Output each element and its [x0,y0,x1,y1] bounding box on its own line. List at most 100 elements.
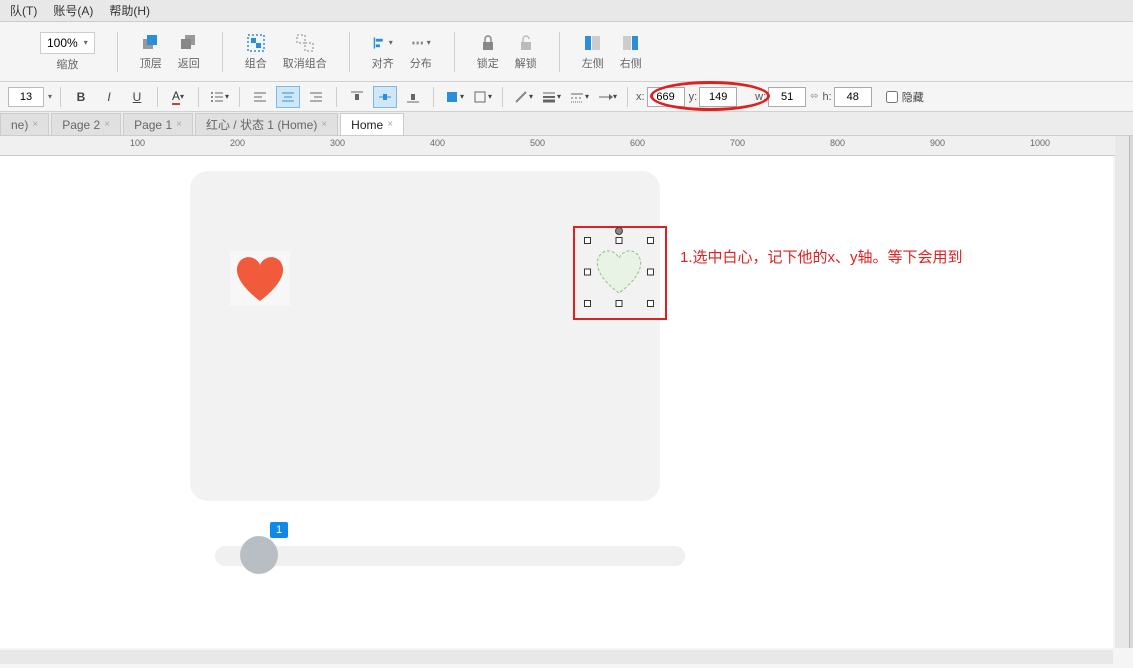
distribute-icon [411,33,431,53]
tab-page1[interactable]: Page 1× [123,113,193,135]
hide-label: 隐藏 [902,89,924,105]
lock-icon [478,33,498,53]
align-right-button[interactable] [304,86,328,108]
fill-color-button[interactable]: ▾ [442,86,466,108]
close-icon[interactable]: × [387,119,393,130]
close-icon[interactable]: × [32,119,38,130]
unlock-icon [516,33,536,53]
valign-middle-button[interactable] [373,86,397,108]
y-label: y: [689,91,698,103]
panel-left-label: 左侧 [582,55,604,71]
send-back-icon [179,33,199,53]
panel-right-group[interactable]: 右侧 [620,33,642,71]
close-icon[interactable]: × [321,119,327,130]
close-icon[interactable]: × [104,119,110,130]
panel-left-group[interactable]: 左侧 [582,33,604,71]
divider [454,32,455,72]
resize-handle-e[interactable] [647,269,654,276]
coord-y: y: [689,87,738,107]
resize-handle-n[interactable] [616,237,623,244]
unlock-group[interactable]: 解锁 [515,33,537,71]
horizontal-ruler: 10020030040050060070080090010001100 [0,136,1133,156]
white-heart-widget-selected[interactable] [588,241,650,303]
underline-button[interactable]: U [125,86,149,108]
panel-right-icon [621,33,641,53]
resize-handle-se[interactable] [647,300,654,307]
document-tabs: ne)× Page 2× Page 1× 红心 / 状态 1 (Home)× H… [0,112,1133,136]
line-style-button[interactable]: ▾ [567,86,591,108]
red-heart-widget[interactable] [230,251,290,306]
menu-account[interactable]: 账号(A) [45,2,101,19]
send-back-label: 返回 [178,55,200,71]
align-center-button[interactable] [276,86,300,108]
ungroup-icon [295,33,315,53]
group-group[interactable]: 组合 [245,33,267,71]
group-icon [246,33,266,53]
menu-help[interactable]: 帮助(H) [101,2,158,19]
border-color-button[interactable]: ▾ [470,86,494,108]
zoom-group: 100% 缩放 [40,32,95,72]
ungroup-group[interactable]: 取消组合 [283,33,327,71]
bullet-list-button[interactable]: ▾ [207,86,231,108]
font-size-input[interactable] [8,87,44,107]
vertical-scrollbar[interactable] [1115,136,1129,648]
resize-handle-sw[interactable] [584,300,591,307]
hide-checkbox-group[interactable]: 隐藏 [886,89,924,105]
valign-bottom-button[interactable] [401,86,425,108]
valign-top-button[interactable] [345,86,369,108]
ribbon-toolbar: 100% 缩放 顶层 返回 组合 取消组合 对齐 分布 锁定 解锁 左侧 [0,22,1133,82]
align-label: 对齐 [372,55,394,71]
w-input[interactable] [768,87,806,107]
italic-button[interactable]: I [97,86,121,108]
annotation-text: 1.选中白心，记下他的x、y轴。等下会用到 [680,246,963,267]
bold-button[interactable]: B [69,86,93,108]
tab-page2[interactable]: Page 2× [51,113,121,135]
align-group[interactable]: 对齐 [372,33,394,71]
menu-bar: 队(T) 账号(A) 帮助(H) [0,0,1133,22]
canvas[interactable]: 1.选中白心，记下他的x、y轴。等下会用到 1 [0,156,1113,648]
divider [349,32,350,72]
tab-ne[interactable]: ne)× [0,113,49,135]
x-label: x: [636,91,645,103]
divider [117,32,118,72]
zoom-dropdown[interactable]: 100% [40,32,95,54]
h-input[interactable] [834,87,872,107]
bring-front-group[interactable]: 顶层 [140,33,162,71]
menu-team[interactable]: 队(T) [2,2,45,19]
bring-front-label: 顶层 [140,55,162,71]
resize-handle-nw[interactable] [584,237,591,244]
divider [559,32,560,72]
zoom-label: 缩放 [56,56,78,72]
line-weight-button[interactable]: ▾ [539,86,563,108]
coord-x: x: [636,87,685,107]
resize-handle-w[interactable] [584,269,591,276]
artboard-rect[interactable] [190,171,660,501]
resize-handle-s[interactable] [616,300,623,307]
line-button[interactable]: ▾ [511,86,535,108]
send-back-group[interactable]: 返回 [178,33,200,71]
rotation-handle[interactable] [615,227,623,235]
panel-right-label: 右侧 [620,55,642,71]
slider-track[interactable] [215,546,685,566]
hide-checkbox[interactable] [886,91,898,103]
link-wh-icon[interactable]: ⬄ [810,91,818,102]
resize-handle-ne[interactable] [647,237,654,244]
coord-w: w: [755,87,806,107]
slider-thumb[interactable] [240,536,278,574]
tab-home[interactable]: Home× [340,113,404,135]
align-left-button[interactable] [248,86,272,108]
panel-left-icon [583,33,603,53]
arrow-button[interactable]: ▾ [595,86,619,108]
close-icon[interactable]: × [176,119,182,130]
right-panel-edge [1129,136,1133,648]
y-input[interactable] [699,87,737,107]
lock-group[interactable]: 锁定 [477,33,499,71]
horizontal-scrollbar[interactable] [0,650,1113,664]
h-label: h: [823,91,832,103]
font-color-button[interactable]: A▾ [166,86,190,108]
distribute-group[interactable]: 分布 [410,33,432,71]
w-label: w: [755,91,766,103]
x-input[interactable] [647,87,685,107]
ungroup-label: 取消组合 [283,55,327,71]
tab-redheart-state[interactable]: 红心 / 状态 1 (Home)× [195,113,338,135]
